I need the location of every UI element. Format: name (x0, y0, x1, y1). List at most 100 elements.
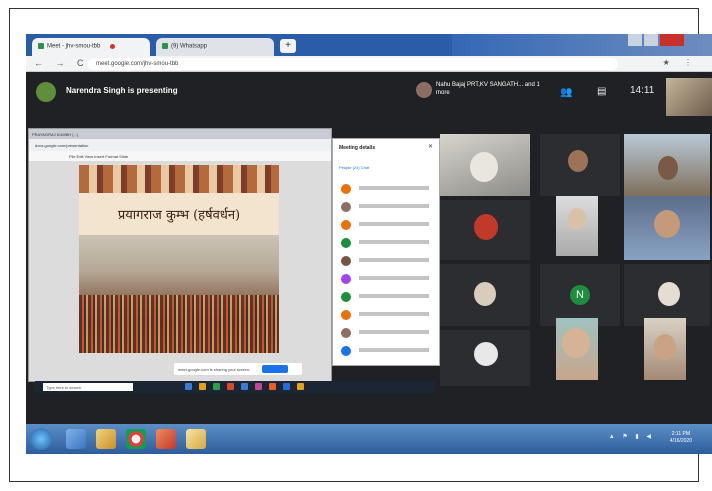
new-tab-button[interactable]: + (280, 39, 296, 53)
screen-share-banner: meet.google.com is sharing your screen. (174, 363, 302, 375)
participant-row[interactable] (341, 291, 437, 303)
video-tile[interactable] (556, 318, 598, 380)
presentation-slide: प्रयागराज कुम्भ (हर्षवर्धन) (79, 165, 279, 353)
participant-row[interactable] (341, 327, 437, 339)
minimize-button[interactable] (628, 34, 642, 46)
shared-app-icon (213, 383, 220, 390)
presenting-label: Narendra Singh is presenting (66, 86, 178, 95)
participant-avatar (341, 310, 351, 320)
participant-face (658, 282, 680, 306)
self-camera-preview (666, 78, 712, 116)
meeting-clock: 14:11 (630, 85, 655, 96)
people-icon[interactable]: 👥 (560, 87, 572, 98)
whatsapp-favicon-icon (162, 43, 168, 49)
navigation-buttons[interactable]: ← → C (34, 58, 89, 68)
participant-face (658, 156, 678, 180)
participant-avatar (341, 346, 351, 356)
participant-face (474, 214, 498, 240)
video-tile[interactable] (440, 330, 530, 386)
stop-sharing-button[interactable] (262, 365, 288, 373)
meet-stage: PRAYAGRAJ KUMBH (...) docs.google.com/pr… (26, 116, 712, 424)
shared-app-icon (283, 383, 290, 390)
browser-tab-strip: Meet - jhv-smou-tbb (9) Whatsapp + (26, 34, 712, 56)
participant-row[interactable] (341, 255, 437, 267)
video-tile[interactable] (624, 196, 710, 260)
folder-icon[interactable] (186, 429, 206, 449)
shared-app-icon (185, 383, 192, 390)
shared-screen: PRAYAGRAJ KUMBH (...) docs.google.com/pr… (28, 128, 435, 393)
participant-avatar (341, 238, 351, 248)
shared-taskbar: Type here to search (35, 381, 435, 393)
address-bar-row: ← → C meet.google.com/jhv-smou-tbb ★ ⋮ (26, 56, 712, 72)
participant-row[interactable] (341, 183, 437, 195)
windows-taskbar: ▲ ⚑ ▮ ◀ 2:11 PM 4/16/2020 (26, 424, 712, 454)
internet-explorer-icon[interactable] (66, 429, 86, 449)
participant-row[interactable] (341, 237, 437, 249)
participant-row[interactable] (341, 219, 437, 231)
participant-row[interactable] (341, 309, 437, 321)
shared-app-icon (227, 383, 234, 390)
participant-face (654, 210, 680, 238)
file-explorer-icon[interactable] (96, 429, 116, 449)
meet-favicon-icon (38, 43, 44, 49)
video-tile[interactable] (624, 264, 710, 326)
participant-face (568, 208, 586, 230)
chrome-icon[interactable] (126, 429, 146, 449)
shared-app-icon (255, 383, 262, 390)
tab-meet[interactable]: Meet - jhv-smou-tbb (32, 38, 150, 56)
participant-face (470, 152, 498, 182)
participant-letter-avatar: N (570, 285, 590, 305)
maximize-button[interactable] (644, 34, 658, 46)
meet-top-bar: Narendra Singh is presenting Nahu Bajaj … (26, 72, 712, 116)
participants-panel: Meeting details ✕ People (24) Chat (332, 138, 440, 366)
video-tile[interactable] (556, 196, 598, 256)
recording-dot-icon (110, 43, 116, 49)
shared-tab-label: PRAYAGRAJ KUMBH (...) (29, 129, 331, 139)
url-field[interactable]: meet.google.com/jhv-smou-tbb (88, 58, 618, 70)
participant-row[interactable] (341, 345, 437, 357)
self-label: Nahu Bajaj PRT,KV SANGATH... and 1 more (436, 82, 540, 96)
tab-meet-label: Meet - jhv-smou-tbb (47, 43, 101, 50)
shared-app-icon (241, 383, 248, 390)
video-tile[interactable] (540, 134, 620, 196)
taskbar-clock[interactable]: 2:11 PM 4/16/2020 (670, 431, 692, 445)
participant-avatar (341, 328, 351, 338)
start-button[interactable] (30, 428, 52, 450)
participant-row[interactable] (341, 273, 437, 285)
participant-face (562, 328, 590, 358)
taskbar-time: 2:11 PM (671, 431, 690, 437)
shared-app-icon (199, 383, 206, 390)
video-tile[interactable] (440, 134, 530, 196)
presenter-avatar (36, 82, 56, 102)
participant-row[interactable] (341, 201, 437, 213)
slide-ornament (79, 165, 279, 193)
chat-icon[interactable]: ▤ (597, 86, 606, 97)
video-tile[interactable] (644, 318, 686, 380)
slide-title: प्रयागराज कुम्भ (हर्षवर्धन) (117, 208, 241, 223)
shared-toolbar: File Edit View Insert Format Slide (29, 151, 331, 161)
participant-face (654, 334, 676, 360)
shared-app-icon (297, 383, 304, 390)
media-player-icon[interactable] (156, 429, 176, 449)
participants-tabs[interactable]: People (24) Chat (339, 165, 369, 170)
participant-face (474, 282, 496, 306)
shared-address: docs.google.com/presentation (29, 139, 331, 151)
shared-app-icon (269, 383, 276, 390)
participant-avatar (341, 274, 351, 284)
participant-avatar (341, 256, 351, 266)
system-tray-icons[interactable]: ▲ ⚑ ▮ ◀ (609, 433, 654, 440)
extension-icons[interactable]: ★ ⋮ (663, 58, 698, 67)
shared-taskbar-search: Type here to search (43, 383, 133, 391)
video-tile[interactable] (624, 134, 710, 196)
close-panel-icon[interactable]: ✕ (428, 143, 433, 150)
video-tile[interactable]: N (540, 264, 620, 326)
participants-title: Meeting details (339, 145, 376, 151)
participant-face (568, 150, 588, 172)
video-tile[interactable] (440, 200, 530, 260)
window-controls (628, 34, 684, 48)
participant-avatar (341, 184, 351, 194)
video-tile[interactable] (440, 264, 530, 326)
tab-whatsapp[interactable]: (9) Whatsapp (156, 38, 274, 56)
close-window-button[interactable] (660, 34, 684, 46)
crowd-texture (79, 295, 279, 353)
